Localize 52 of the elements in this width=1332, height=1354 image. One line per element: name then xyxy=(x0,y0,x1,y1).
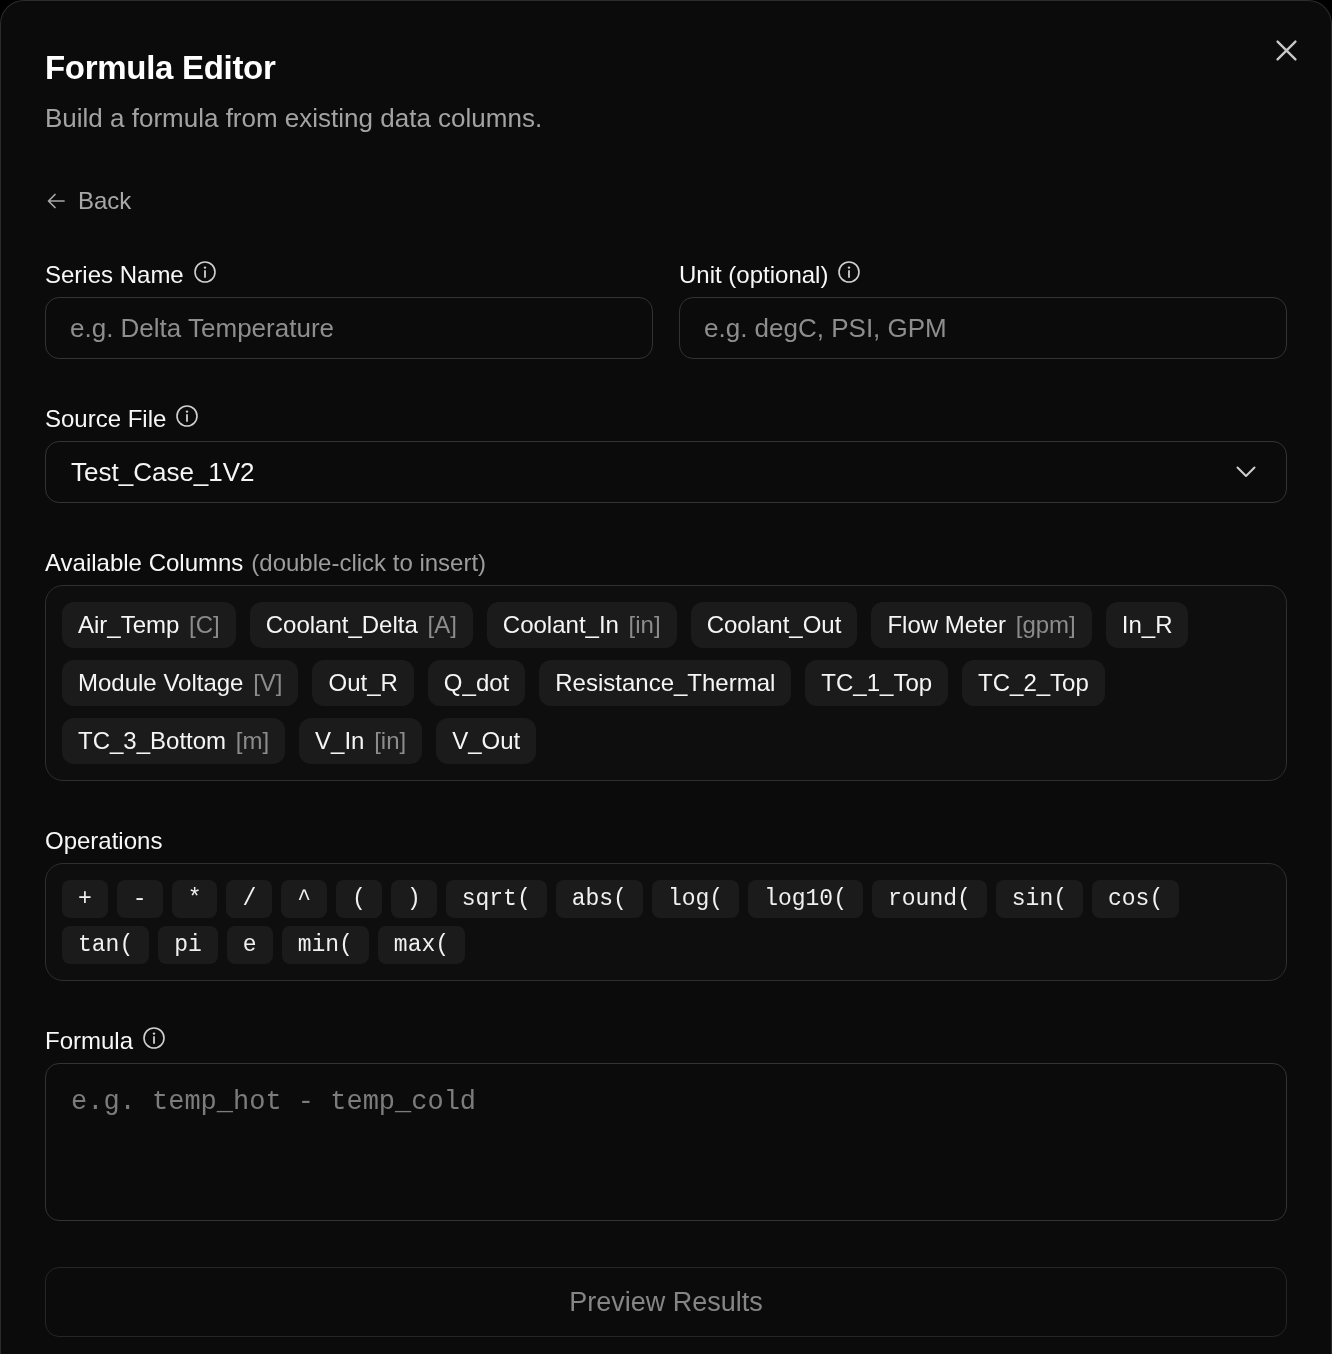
formula-input-field[interactable]: e.g. temp_hot - temp_cold xyxy=(45,1063,1287,1221)
operator-button[interactable]: pi xyxy=(158,926,218,964)
back-button[interactable]: Back xyxy=(45,187,132,215)
text-input-field[interactable]: e.g. degC, PSI, GPM xyxy=(679,297,1287,359)
operator-button[interactable]: cos( xyxy=(1092,880,1180,918)
column-chip[interactable]: In_R xyxy=(1105,602,1189,648)
field-label: Source File xyxy=(45,405,167,433)
operator-button[interactable]: + xyxy=(62,880,108,918)
column-chip[interactable]: Flow Meter [gpm] xyxy=(871,602,1092,648)
operator-button[interactable]: log( xyxy=(651,880,740,918)
field-label: Formula xyxy=(45,1027,134,1055)
operator-button[interactable]: max( xyxy=(377,926,466,964)
operator-button[interactable]: ^ xyxy=(281,880,328,918)
operator-button[interactable]: sin( xyxy=(995,880,1083,918)
operator-button[interactable]: sqrt( xyxy=(445,880,547,918)
column-chip[interactable]: TC_2_Top xyxy=(962,660,1105,706)
close-icon xyxy=(1276,40,1297,61)
dialog-subtitle: Build a formula from existing data columns. xyxy=(45,102,543,134)
hint-text: (double-click to insert) xyxy=(251,549,487,577)
field-label: Operations xyxy=(45,827,163,855)
column-chip[interactable]: TC_3_Bottom [m] xyxy=(62,718,286,764)
column-chip[interactable]: Air_Temp [C] xyxy=(62,602,236,648)
column-chip[interactable]: Resistance_Thermal xyxy=(539,660,792,706)
column-chip[interactable]: Out_R xyxy=(312,660,414,706)
column-chip[interactable]: Coolant_Delta [A] xyxy=(249,602,473,648)
column-chip[interactable]: V_Out xyxy=(436,718,537,764)
dialog-title: Formula Editor xyxy=(45,48,277,88)
operator-button[interactable]: * xyxy=(171,880,218,918)
operator-button[interactable]: e xyxy=(226,926,273,964)
text-input-field[interactable]: e.g. Delta Temperature xyxy=(45,297,653,359)
operator-button[interactable]: - xyxy=(116,880,163,918)
operator-button[interactable]: / xyxy=(226,880,273,918)
column-chip[interactable]: Coolant_Out xyxy=(690,602,858,648)
column-chip[interactable]: Module Voltage [V] xyxy=(62,660,299,706)
field-label: Unit (optional) xyxy=(679,261,829,289)
chevron-down-icon xyxy=(1236,466,1256,478)
operator-button[interactable]: log10( xyxy=(748,880,863,918)
source-file-dropdown[interactable]: Test_Case_1V2 xyxy=(45,441,1287,503)
field-label: Series Name xyxy=(45,261,184,289)
field-label: Available Columns xyxy=(45,549,244,577)
column-chip[interactable]: V_In [in] xyxy=(299,718,423,764)
column-chip[interactable]: Q_dot xyxy=(427,660,526,706)
arrow-left-icon xyxy=(47,193,65,209)
operator-button[interactable]: ) xyxy=(390,880,437,918)
operator-button[interactable]: abs( xyxy=(555,880,643,918)
operator-button[interactable]: ( xyxy=(336,880,382,918)
operator-button[interactable]: tan( xyxy=(62,926,150,964)
operator-button[interactable]: min( xyxy=(281,926,369,964)
operator-button[interactable]: round( xyxy=(871,880,987,918)
column-chip[interactable]: TC_1_Top xyxy=(805,660,949,706)
column-chip[interactable]: Coolant_In [in] xyxy=(486,602,677,648)
close-button[interactable] xyxy=(1276,40,1297,61)
